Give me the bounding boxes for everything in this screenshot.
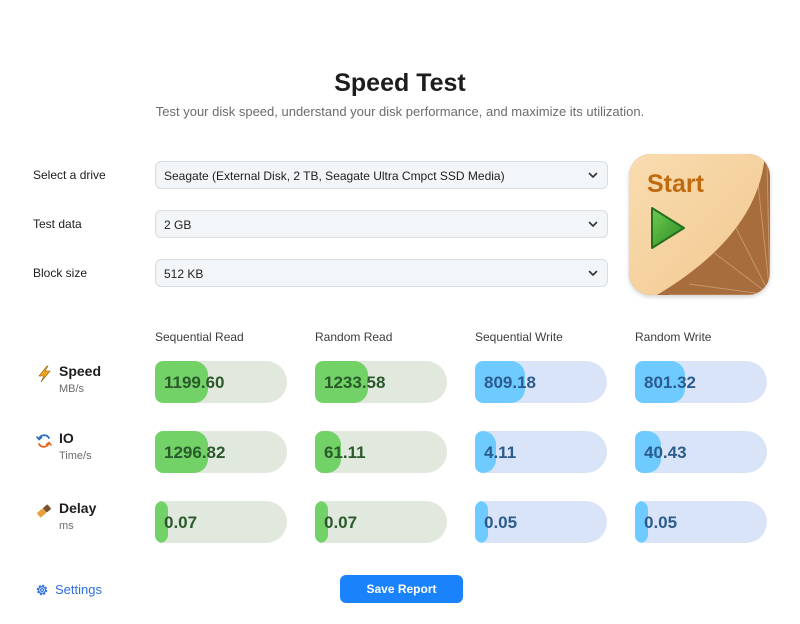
block-size-row: Block size 512 KB xyxy=(0,259,620,287)
column-header-random-write: Random Write xyxy=(635,330,712,344)
test-data-label: Test data xyxy=(33,217,82,231)
test-data-select-value: 2 GB xyxy=(164,218,192,232)
start-button[interactable]: Start xyxy=(629,154,770,295)
page-subtitle: Test your disk speed, understand your di… xyxy=(155,104,645,119)
metric-unit: MB/s xyxy=(59,383,85,395)
result-speed-sequential-write: 809.18 xyxy=(475,361,607,403)
result-speed-sequential-read: 1199.60 xyxy=(155,361,287,403)
chevron-down-icon xyxy=(588,221,598,227)
eraser-icon xyxy=(37,504,51,518)
result-value: 0.07 xyxy=(164,513,198,532)
exchange-arrows-icon xyxy=(36,434,52,448)
result-speed-random-read: 1233.58 xyxy=(315,361,447,403)
block-size-label: Block size xyxy=(33,266,88,280)
result-value: 801.32 xyxy=(644,373,696,392)
gear-icon xyxy=(36,584,48,596)
result-io-random-write: 40.43 xyxy=(635,431,767,473)
block-size-select-value: 512 KB xyxy=(164,267,204,281)
result-io-sequential-read: 1296.82 xyxy=(155,431,287,473)
result-io-random-read: 61.11 xyxy=(315,431,447,473)
result-value: 0.05 xyxy=(644,513,678,532)
metric-unit: ms xyxy=(59,520,74,532)
drive-select[interactable]: Seagate (External Disk, 2 TB, Seagate Ul… xyxy=(155,161,608,189)
result-value: 4.11 xyxy=(484,443,517,462)
result-delay-random-read: 0.07 xyxy=(315,501,447,543)
chevron-down-icon xyxy=(588,172,598,178)
save-report-button[interactable]: Save Report xyxy=(340,575,463,603)
test-data-select[interactable]: 2 GB xyxy=(155,210,608,238)
page-title: Speed Test xyxy=(334,69,466,97)
result-value: 0.05 xyxy=(484,513,518,532)
metric-speed: Speed MB/s xyxy=(33,363,153,403)
result-value: 1233.58 xyxy=(324,373,386,392)
play-icon xyxy=(651,207,685,249)
test-data-row: Test data 2 GB xyxy=(0,210,620,238)
metric-unit: Time/s xyxy=(59,450,92,462)
metric-name: Delay xyxy=(59,500,97,516)
drive-row: Select a drive Seagate (External Disk, 2… xyxy=(0,161,620,189)
column-header-sequential-write: Sequential Write xyxy=(475,330,563,344)
result-speed-random-write: 801.32 xyxy=(635,361,767,403)
result-delay-random-write: 0.05 xyxy=(635,501,767,543)
metric-io: IO Time/s xyxy=(33,430,153,470)
result-value: 61.11 xyxy=(324,443,366,462)
result-value: 1296.82 xyxy=(164,443,226,462)
metric-delay: Delay ms xyxy=(33,500,153,540)
result-value: 809.18 xyxy=(484,373,536,392)
chevron-down-icon xyxy=(588,270,598,276)
result-delay-sequential-read: 0.07 xyxy=(155,501,287,543)
drive-label: Select a drive xyxy=(33,168,106,182)
block-size-select[interactable]: 512 KB xyxy=(155,259,608,287)
metric-name: IO xyxy=(59,430,74,446)
result-io-sequential-write: 4.11 xyxy=(475,431,607,473)
metric-name: Speed xyxy=(59,363,102,379)
column-header-random-read: Random Read xyxy=(315,330,393,344)
result-value: 40.43 xyxy=(644,443,687,462)
result-value: 0.07 xyxy=(324,513,358,532)
lightning-icon xyxy=(38,365,51,383)
result-delay-sequential-write: 0.05 xyxy=(475,501,607,543)
result-value: 1199.60 xyxy=(164,373,225,392)
settings-label: Settings xyxy=(55,582,102,597)
column-header-sequential-read: Sequential Read xyxy=(155,330,244,344)
start-label: Start xyxy=(647,170,704,198)
drive-select-value: Seagate (External Disk, 2 TB, Seagate Ul… xyxy=(164,169,505,183)
